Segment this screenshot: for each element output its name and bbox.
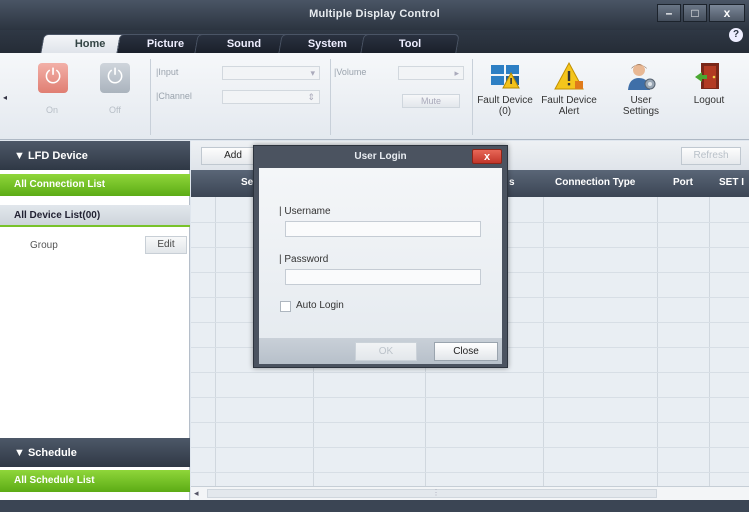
- fault-device-icon: [489, 61, 521, 91]
- dialog-title: User Login: [354, 151, 407, 162]
- ribbon-divider: [472, 59, 473, 135]
- help-icon[interactable]: ?: [729, 28, 743, 42]
- group-label: Group: [30, 240, 58, 251]
- title-bar: Multiple Display Control – □ x: [0, 0, 749, 30]
- column-header[interactable]: s: [509, 177, 515, 188]
- power-off-label: Off: [109, 105, 121, 115]
- maximize-button[interactable]: □: [683, 4, 707, 22]
- username-field[interactable]: [285, 221, 481, 237]
- fault-device-alert-label: Fault Device Alert: [541, 95, 597, 117]
- column-divider: [657, 197, 658, 486]
- column-header[interactable]: Port: [673, 177, 693, 188]
- power-on-button[interactable]: ⏻: [38, 63, 68, 93]
- all-device-list-item[interactable]: All Device List(00): [0, 205, 190, 227]
- lfd-device-header[interactable]: ▼ LFD Device: [0, 141, 190, 170]
- dialog-footer: OK Close: [259, 338, 502, 364]
- schedule-header[interactable]: ▼ Schedule: [0, 438, 190, 467]
- group-row: Group Edit: [0, 236, 190, 256]
- window-title: Multiple Display Control: [309, 8, 440, 20]
- column-divider: [543, 197, 544, 486]
- ribbon-collapse-icon[interactable]: ◂: [3, 93, 7, 102]
- column-divider: [215, 197, 216, 486]
- column-header[interactable]: SET I: [719, 177, 744, 188]
- ribbon-divider: [150, 59, 151, 135]
- input-label: |Input: [156, 67, 179, 77]
- horizontal-scrollbar[interactable]: ◂ ⋮: [191, 486, 749, 500]
- username-label: | Username: [279, 206, 331, 217]
- column-header[interactable]: Connection Type: [555, 177, 635, 188]
- all-schedule-list-item[interactable]: All Schedule List: [0, 470, 190, 492]
- refresh-button[interactable]: Refresh: [681, 147, 741, 165]
- channel-stepper[interactable]: ⇕: [222, 90, 320, 104]
- user-settings-button[interactable]: User Settings: [612, 61, 670, 117]
- table-row[interactable]: [191, 472, 749, 473]
- all-connection-list-item[interactable]: All Connection List: [0, 174, 190, 196]
- dialog-body: | Username | Password Auto Login: [259, 168, 502, 338]
- status-bar: [0, 500, 749, 512]
- scroll-grip-icon: ⋮: [432, 488, 440, 497]
- power-on-label: On: [46, 105, 59, 115]
- sidebar: ▼ LFD Device All Connection List All Dev…: [0, 141, 190, 500]
- ribbon-toolbar: ◂ ⏻ On ⏻ Off |Input ▾ |Channel ⇕ |Volume…: [0, 53, 749, 140]
- auto-login-label: Auto Login: [296, 300, 344, 311]
- table-row[interactable]: [191, 372, 749, 373]
- password-field[interactable]: [285, 269, 481, 285]
- volume-label: |Volume: [334, 67, 367, 77]
- scroll-left-icon[interactable]: ◂: [194, 488, 199, 499]
- logout-label: Logout: [693, 95, 725, 106]
- table-row[interactable]: [191, 422, 749, 423]
- dialog-close-button[interactable]: x: [472, 149, 502, 164]
- ok-button[interactable]: OK: [355, 342, 417, 361]
- minimize-button[interactable]: –: [657, 4, 681, 22]
- edit-group-button[interactable]: Edit: [145, 236, 187, 254]
- table-row[interactable]: [191, 397, 749, 398]
- fault-device-label: Fault Device (0): [477, 95, 533, 117]
- close-button[interactable]: Close: [434, 342, 498, 361]
- volume-slider[interactable]: ▸: [398, 66, 464, 80]
- scrollbar-thumb[interactable]: ⋮: [207, 488, 657, 498]
- user-settings-icon: [625, 61, 657, 91]
- password-label: | Password: [279, 254, 329, 265]
- logout-door-icon: [693, 61, 725, 91]
- auto-login-checkbox[interactable]: [280, 301, 291, 312]
- table-row[interactable]: [191, 447, 749, 448]
- column-divider: [709, 197, 710, 486]
- close-window-button[interactable]: x: [709, 4, 745, 22]
- input-select[interactable]: ▾: [222, 66, 320, 80]
- tab-tool[interactable]: Tool: [360, 34, 460, 53]
- channel-label: |Channel: [156, 91, 192, 101]
- mute-button[interactable]: Mute: [402, 94, 460, 108]
- power-off-button[interactable]: ⏻: [100, 63, 130, 93]
- logout-button[interactable]: Logout: [680, 61, 738, 106]
- fault-device-button[interactable]: Fault Device (0): [476, 61, 534, 117]
- user-settings-label: User Settings: [622, 95, 660, 117]
- main-tabs: Home Picture Sound System Tool: [0, 30, 749, 53]
- user-login-dialog: User Login x | Username | Password Auto …: [253, 145, 508, 368]
- ribbon-divider: [330, 59, 331, 135]
- fault-device-alert-button[interactable]: Fault Device Alert: [540, 61, 598, 117]
- column-header[interactable]: Se: [241, 177, 253, 188]
- warning-icon: [553, 61, 585, 91]
